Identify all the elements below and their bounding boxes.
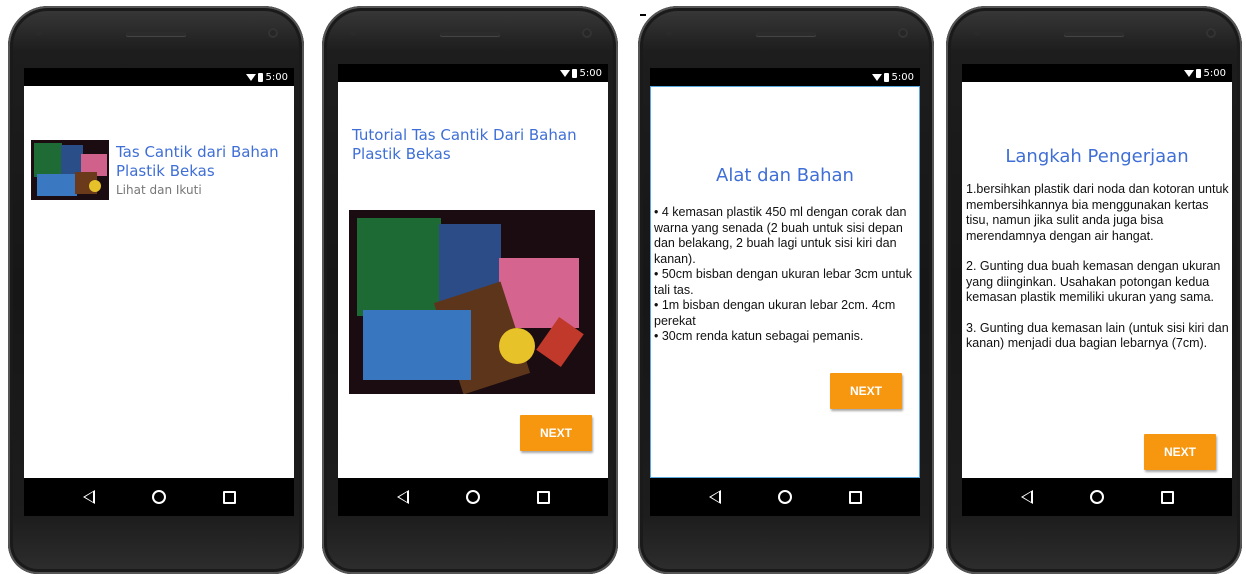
sensor [666, 30, 672, 36]
front-camera [898, 28, 908, 38]
phone-frame-2: 5:00 Tutorial Tas Cantik Dari Bahan Plas… [322, 6, 618, 574]
separator-mark: - [640, 14, 646, 16]
next-button[interactable]: NEXT [830, 373, 902, 409]
materials-list: • 4 kemasan plastik 450 ml dengan corak … [654, 205, 917, 345]
nav-bar [24, 478, 294, 516]
list-item: • 4 kemasan plastik 450 ml dengan corak … [654, 205, 907, 266]
status-time: 5:00 [891, 71, 914, 83]
app-content: Langkah Pengerjaan 1.bersihkan plastik d… [962, 82, 1232, 478]
recents-icon[interactable] [848, 490, 862, 504]
page-title: Tutorial Tas Cantik Dari Bahan Plastik B… [352, 126, 577, 163]
sensor [36, 30, 42, 36]
recents-icon[interactable] [1160, 490, 1174, 504]
speaker [126, 32, 186, 36]
home-icon[interactable] [777, 490, 792, 504]
sensor [974, 30, 980, 36]
section-heading: Langkah Pengerjaan [1005, 146, 1189, 167]
front-camera [1206, 28, 1216, 38]
status-bar: 5:00 [24, 68, 294, 86]
speaker [1064, 32, 1124, 36]
phone-frame-3: 5:00 Alat dan Bahan • 4 kemasan plastik … [638, 6, 934, 574]
status-time: 5:00 [579, 67, 602, 79]
home-icon[interactable] [465, 490, 480, 504]
status-time: 5:00 [1203, 67, 1226, 79]
screen-4: 5:00 Langkah Pengerjaan 1.bersihkan plas… [962, 64, 1232, 516]
item-subtitle: Lihat dan Ikuti [116, 183, 202, 197]
list-item: • 1m bisban dengan ukuran lebar 2cm. 4cm… [654, 298, 896, 328]
wifi-icon [1183, 69, 1194, 77]
step-item: 2. Gunting dua buah kemasan dengan ukura… [966, 259, 1221, 304]
next-button[interactable]: NEXT [520, 415, 592, 451]
list-item: • 30cm renda katun sebagai pemanis. [654, 329, 864, 343]
nav-bar [962, 478, 1232, 516]
speaker [440, 32, 500, 36]
app-content: Tutorial Tas Cantik Dari Bahan Plastik B… [338, 82, 608, 478]
home-icon[interactable] [151, 490, 166, 504]
screen-2: 5:00 Tutorial Tas Cantik Dari Bahan Plas… [338, 64, 608, 516]
back-icon[interactable] [82, 490, 95, 504]
back-icon[interactable] [396, 490, 409, 504]
section-heading: Alat dan Bahan [716, 165, 854, 186]
next-button[interactable]: NEXT [1144, 434, 1216, 470]
front-camera [582, 28, 592, 38]
battery-icon [571, 68, 577, 78]
battery-icon [883, 72, 889, 82]
battery-icon [257, 72, 263, 82]
back-icon[interactable] [1020, 490, 1033, 504]
app-content: Tas Cantik dari Bahan Plastik Bekas Liha… [24, 86, 294, 478]
sensor [350, 30, 356, 36]
step-item: 1.bersihkan plastik dari noda dan kotora… [966, 182, 1229, 243]
status-bar: 5:00 [962, 64, 1232, 82]
status-bar: 5:00 [650, 68, 920, 86]
wifi-icon [871, 73, 882, 81]
nav-bar [338, 478, 608, 516]
recents-icon[interactable] [222, 490, 236, 504]
wifi-icon [559, 69, 570, 77]
status-time: 5:00 [265, 71, 288, 83]
phone-frame-4: 5:00 Langkah Pengerjaan 1.bersihkan plas… [946, 6, 1242, 574]
product-image [349, 210, 595, 394]
screen-1: 5:00 Tas Cantik dari Bahan Plastik Bekas… [24, 68, 294, 516]
wifi-icon [245, 73, 256, 81]
item-title: Tas Cantik dari Bahan Plastik Bekas [116, 143, 279, 180]
speaker [756, 32, 816, 36]
status-bar: 5:00 [338, 64, 608, 82]
steps-list: 1.bersihkan plastik dari noda dan kotora… [966, 182, 1230, 352]
nav-bar [650, 478, 920, 516]
front-camera [268, 28, 278, 38]
phone-frame-1: 5:00 Tas Cantik dari Bahan Plastik Bekas… [8, 6, 304, 574]
screen-3: 5:00 Alat dan Bahan • 4 kemasan plastik … [650, 68, 920, 516]
thumbnail-image [31, 140, 109, 200]
recents-icon[interactable] [536, 490, 550, 504]
app-content: Alat dan Bahan • 4 kemasan plastik 450 m… [650, 86, 920, 478]
battery-icon [1195, 68, 1201, 78]
step-item: 3. Gunting dua kemasan lain (untuk sisi … [966, 320, 1229, 351]
home-icon[interactable] [1089, 490, 1104, 504]
list-item[interactable]: Tas Cantik dari Bahan Plastik Bekas Liha… [31, 140, 290, 210]
back-icon[interactable] [708, 490, 721, 504]
list-item: • 50cm bisban dengan ukuran lebar 3cm un… [654, 267, 913, 297]
